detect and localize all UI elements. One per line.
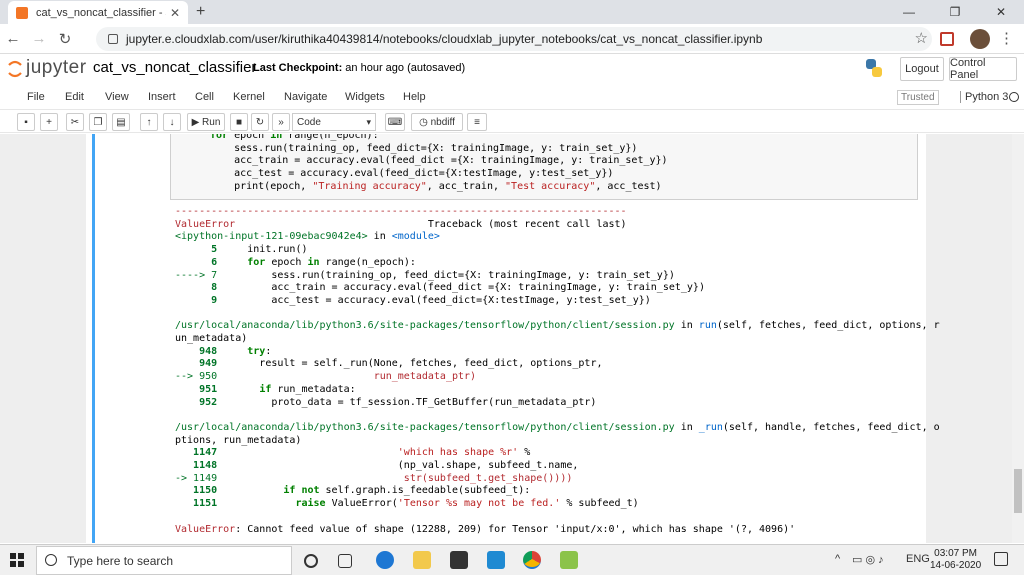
control-panel-button[interactable]: Control Panel [949,57,1017,81]
back-arrow-icon[interactable]: ← [0,30,26,47]
chrome-icon[interactable] [523,551,541,569]
menu-navigate[interactable]: Navigate [284,91,327,103]
menu-help[interactable]: Help [403,91,426,103]
kernel-name: Python 3 [960,91,1008,103]
lock-icon [108,34,118,44]
app-icon[interactable] [560,551,578,569]
cell-source-code[interactable]: for epoch in range(n_epoch): sess.run(tr… [210,134,668,194]
notebook-menu-bar: File Edit View Insert Cell Kernel Naviga… [0,86,1024,110]
close-tab-icon[interactable]: ✕ [170,6,180,20]
clock-date: 14-06-2020 [930,560,982,571]
file-explorer-icon[interactable] [413,551,431,569]
save-icon[interactable]: ▪ [17,113,35,131]
reload-icon[interactable]: ↻ [52,30,78,48]
tray-chevron-icon[interactable]: ^ [835,553,840,565]
cell-output-traceback: ----------------------------------------… [175,206,940,535]
move-up-icon[interactable]: ↑ [140,113,158,131]
jupyter-favicon-icon [16,6,28,19]
jupyter-logo-text[interactable]: jupyter [26,57,87,79]
nbdiff-button[interactable]: ◷ nbdiff [411,113,463,131]
keyboard-icon[interactable]: ⌨ [385,113,405,131]
logout-button[interactable]: Logout [900,57,944,81]
move-down-icon[interactable]: ↓ [163,113,181,131]
store-icon[interactable] [450,551,468,569]
browser-tab-strip: cat_vs_noncat_classifier - Jupyter ✕ + —… [0,0,1024,24]
fast-forward-icon[interactable]: » [272,113,290,131]
forward-arrow-icon[interactable]: → [26,30,52,47]
address-bar-row: ← → ↻ jupyter.e.cloudxlab.com/user/kirut… [0,24,1024,54]
close-window-button[interactable]: ✕ [978,0,1024,24]
tab-title: cat_vs_noncat_classifier - Jupyter [36,6,166,19]
search-icon [45,554,57,566]
windows-taskbar: Type here to search ^ ▭ ◎ ♪ ENG 03:07 PM… [0,544,1024,575]
menu-cell[interactable]: Cell [195,91,214,103]
notebook-name[interactable]: cat_vs_noncat_classifier [93,59,256,76]
menu-insert[interactable]: Insert [148,91,176,103]
checkpoint-status: Last Checkpoint: an hour ago (autosaved) [253,62,466,74]
menu-kernel[interactable]: Kernel [233,91,265,103]
notebook-container: for epoch in range(n_epoch): sess.run(tr… [0,134,1012,543]
profile-avatar[interactable] [970,29,990,49]
copy-icon[interactable]: ❐ [89,113,107,131]
cell-type-select[interactable]: Code ▾ [292,113,376,131]
taskbar-search-box[interactable]: Type here to search [36,546,292,575]
browser-menu-icon[interactable]: ⋮ [999,29,1014,47]
edge-browser-icon[interactable] [376,551,394,569]
restart-icon[interactable]: ↻ [251,113,269,131]
cut-icon[interactable]: ✂ [66,113,84,131]
vertical-scrollbar[interactable] [1012,134,1024,543]
run-button[interactable]: ▶ Run [187,113,225,131]
menu-edit[interactable]: Edit [65,91,84,103]
jupyter-logo-icon [8,60,22,78]
menu-widgets[interactable]: Widgets [345,91,385,103]
jupyter-header: jupyter cat_vs_noncat_classifier Last Ch… [0,55,1024,85]
minimize-button[interactable]: — [886,0,932,24]
language-indicator[interactable]: ENG [906,553,930,565]
cortana-icon[interactable] [304,554,318,568]
add-cell-icon[interactable]: + [40,113,58,131]
menu-file[interactable]: File [27,91,45,103]
notebook-toolbar: ▪ + ✂ ❐ ▤ ↑ ↓ ▶ Run ■ ↻ » Code ▾ ⌨ ◷ nbdi… [0,111,1024,133]
python-logo-icon [866,59,882,77]
interrupt-icon[interactable]: ■ [230,113,248,131]
task-view-icon[interactable] [338,554,352,568]
selected-cell-indicator [92,134,95,543]
windows-start-icon[interactable] [10,553,24,567]
mail-icon[interactable] [487,551,505,569]
scrollbar-thumb[interactable] [1014,469,1022,513]
list-icon[interactable]: ≡ [467,113,487,131]
browser-tab[interactable]: cat_vs_noncat_classifier - Jupyter ✕ [8,1,188,24]
search-placeholder: Type here to search [67,553,174,568]
trusted-indicator[interactable]: Trusted [897,90,939,105]
paste-icon[interactable]: ▤ [112,113,130,131]
clock[interactable]: 03:07 PM 14-06-2020 [930,548,981,572]
tray-icons[interactable]: ▭ ◎ ♪ [852,553,884,566]
restore-button[interactable]: ❐ [932,0,978,24]
extension-icon[interactable] [940,32,954,46]
url-text: jupyter.e.cloudxlab.com/user/kiruthika40… [126,32,763,46]
bookmark-star-icon[interactable]: ☆ [915,29,928,47]
window-controls: — ❐ ✕ [886,0,1024,24]
url-bar[interactable]: jupyter.e.cloudxlab.com/user/kiruthika40… [96,27,932,51]
kernel-idle-icon [1009,92,1019,102]
notification-icon[interactable] [994,552,1008,566]
new-tab-button[interactable]: + [196,3,205,21]
clock-time: 03:07 PM [934,548,977,559]
menu-view[interactable]: View [105,91,129,103]
